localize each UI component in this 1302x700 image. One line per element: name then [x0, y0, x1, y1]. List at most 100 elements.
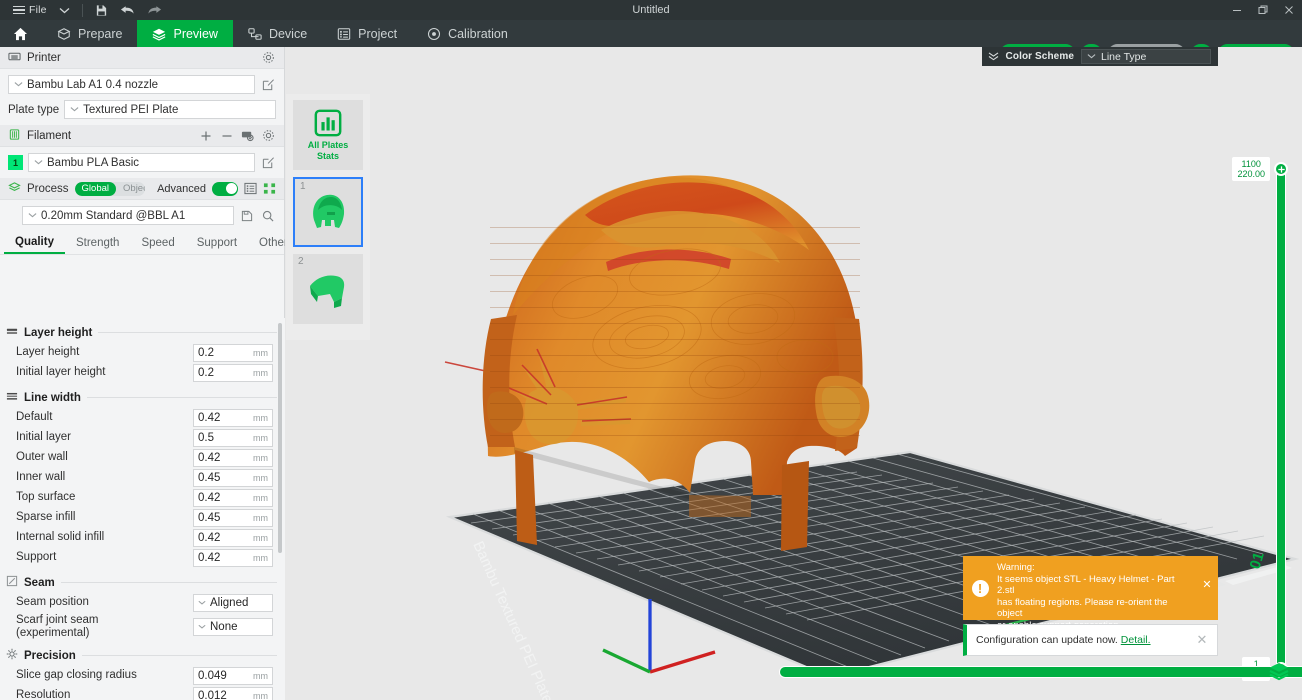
save-project-icon[interactable]: [89, 0, 114, 20]
parameter-scrollbar[interactable]: [278, 323, 282, 553]
restore-button[interactable]: [1250, 0, 1276, 20]
process-preset-value: 0.20mm Standard @BBL A1: [41, 210, 185, 222]
param-select-scarf-joint-seam[interactable]: None: [193, 618, 273, 636]
tab-strength[interactable]: Strength: [65, 231, 130, 254]
advanced-toggle[interactable]: [212, 182, 238, 196]
close-button[interactable]: [1276, 0, 1302, 20]
param-value: 0.2: [198, 367, 246, 379]
param-label: Inner wall: [16, 471, 187, 484]
menu-chevron-down-icon[interactable]: [53, 0, 76, 20]
param-input-initial-layer-height[interactable]: 0.2 mm: [193, 364, 273, 382]
main-tab-bar: Prepare Preview Device Project Calibrati…: [0, 20, 1302, 47]
param-input-sparse-infill[interactable]: 0.45 mm: [193, 509, 273, 527]
update-close-button[interactable]: ✕: [1187, 632, 1217, 648]
color-scheme-select[interactable]: Line Type: [1081, 49, 1211, 64]
process-preset-select[interactable]: 0.20mm Standard @BBL A1: [22, 206, 234, 225]
process-scope-toggle[interactable]: Global Objects: [75, 182, 146, 196]
tab-device[interactable]: Device: [233, 20, 322, 47]
tab-quality[interactable]: Quality: [4, 231, 65, 254]
bambu-studio-window: File Untitled: [0, 0, 1302, 700]
warning-notification: ! Warning: It seems object STL - Heavy H…: [963, 556, 1218, 620]
param-unit: mm: [246, 453, 268, 463]
edit-printer-icon[interactable]: [260, 78, 276, 91]
plate-1-model-icon: [305, 190, 351, 234]
filament-section-header: Filament: [0, 125, 284, 147]
filament-spool-icon: [8, 128, 21, 144]
tab-calibration[interactable]: Calibration: [412, 20, 523, 47]
parameter-list-icon[interactable]: [244, 181, 257, 196]
precision-icon: [6, 648, 18, 663]
compare-presets-icon[interactable]: [263, 181, 276, 196]
param-value: 0.2: [198, 347, 246, 359]
chevron-down-icon: [1087, 53, 1096, 61]
filament-slot-badge[interactable]: 1: [8, 155, 23, 170]
layer-slider-top-handle[interactable]: [1274, 162, 1288, 176]
param-input-slice-gap-closing-radius[interactable]: 0.049 mm: [193, 667, 273, 685]
edit-filament-icon[interactable]: [260, 156, 276, 169]
tab-prepare[interactable]: Prepare: [42, 20, 137, 47]
process-icon: [8, 181, 21, 197]
all-plates-stats-icon: [313, 108, 343, 138]
layer-slider[interactable]: 1100 220.00 1 0.20: [1276, 169, 1286, 669]
param-input-resolution[interactable]: 0.012 mm: [193, 687, 273, 700]
all-plates-stats-button[interactable]: All Plates Stats: [293, 100, 363, 170]
file-menu-button[interactable]: File: [7, 0, 53, 20]
param-input-default[interactable]: 0.42 mm: [193, 409, 273, 427]
param-unit: mm: [246, 413, 268, 423]
warning-line3: has floating regions. Please re-orient t…: [997, 597, 1192, 620]
moves-slider[interactable]: 109: [779, 666, 1302, 678]
redo-icon[interactable]: [141, 0, 168, 20]
param-input-outer-wall[interactable]: 0.42 mm: [193, 449, 273, 467]
remove-filament-icon[interactable]: [219, 128, 234, 143]
group-precision: Precision: [0, 641, 285, 666]
param-input-top-surface[interactable]: 0.42 mm: [193, 489, 273, 507]
param-input-layer-height[interactable]: 0.2 mm: [193, 344, 273, 362]
add-filament-icon[interactable]: [198, 128, 213, 143]
param-value: 0.45: [198, 512, 246, 524]
sync-ams-icon[interactable]: [240, 128, 255, 143]
tab-preview[interactable]: Preview: [137, 20, 232, 47]
plate-thumbnail-1[interactable]: 1: [293, 177, 363, 247]
plate-thumbnail-2[interactable]: 2: [293, 254, 363, 324]
warning-icon: !: [972, 580, 989, 597]
printer-model-select[interactable]: Bambu Lab A1 0.4 nozzle: [8, 75, 255, 94]
chevron-down-icon: [198, 623, 206, 631]
chevron-down-icon: [28, 212, 37, 220]
collapse-chevrons-icon[interactable]: [988, 48, 999, 66]
tab-speed[interactable]: Speed: [130, 231, 185, 254]
chevron-down-icon: [198, 599, 206, 607]
view-layers-toggle-icon[interactable]: [1268, 661, 1290, 686]
printer-settings-gear-icon[interactable]: [261, 50, 276, 65]
parameter-list[interactable]: Layer height Layer height 0.2 mm Initial…: [0, 318, 285, 700]
undo-icon[interactable]: [114, 0, 141, 20]
filament-select[interactable]: Bambu PLA Basic: [28, 153, 255, 172]
save-preset-icon[interactable]: [239, 210, 255, 222]
param-label: Default: [16, 411, 187, 424]
tab-support[interactable]: Support: [186, 231, 248, 254]
param-input-internal-solid-infill[interactable]: 0.42 mm: [193, 529, 273, 547]
plate-type-select[interactable]: Textured PEI Plate: [64, 100, 276, 119]
plate-type-value: Textured PEI Plate: [83, 104, 178, 116]
moves-slider-track[interactable]: [779, 666, 1302, 678]
layer-slider-track[interactable]: [1276, 169, 1286, 669]
update-text-wrap: Configuration can update now. Detail.: [967, 634, 1187, 646]
scope-objects-option[interactable]: Objects: [116, 182, 145, 196]
param-value: 0.45: [198, 472, 246, 484]
file-menu-label: File: [29, 4, 47, 16]
param-input-inner-wall[interactable]: 0.45 mm: [193, 469, 273, 487]
param-select-seam-position[interactable]: Aligned: [193, 594, 273, 612]
update-detail-link[interactable]: Detail.: [1121, 634, 1151, 646]
filament-settings-gear-icon[interactable]: [261, 128, 276, 143]
scope-global-option[interactable]: Global: [75, 182, 116, 196]
minimize-button[interactable]: [1224, 0, 1250, 20]
warning-close-button[interactable]: ✕: [1196, 556, 1218, 592]
tab-home[interactable]: [0, 20, 42, 47]
toolbar-divider: [82, 4, 83, 17]
layer-top-number: 1100: [1237, 159, 1265, 169]
tab-project[interactable]: Project: [322, 20, 412, 47]
param-input-initial-layer[interactable]: 0.5 mm: [193, 429, 273, 447]
search-preset-icon[interactable]: [260, 210, 276, 222]
group-line-width: Line width: [0, 383, 285, 408]
param-input-support-width[interactable]: 0.42 mm: [193, 549, 273, 567]
param-row-support-width: Support 0.42 mm: [0, 548, 285, 568]
